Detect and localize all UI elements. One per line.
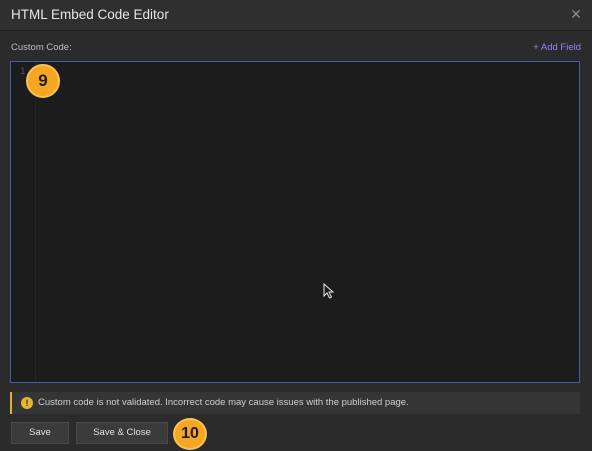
dialog-title: HTML Embed Code Editor xyxy=(11,7,169,22)
code-editor[interactable]: 1 xyxy=(10,61,580,383)
custom-code-label: Custom Code: xyxy=(11,42,72,53)
add-field-link[interactable]: + Add Field xyxy=(533,42,581,53)
mouse-cursor-icon xyxy=(323,283,335,299)
warning-text: Custom code is not validated. Incorrect … xyxy=(38,397,409,408)
save-button[interactable]: Save xyxy=(11,422,69,444)
line-number: 1 xyxy=(20,67,26,77)
warning-icon: ! xyxy=(21,397,33,409)
close-icon[interactable]: ✕ xyxy=(568,6,584,22)
dialog-titlebar: HTML Embed Code Editor ✕ xyxy=(0,0,592,31)
step-badge-9: 9 xyxy=(26,64,60,98)
step-badge-10: 10 xyxy=(173,418,207,450)
validation-warning: ! Custom code is not validated. Incorrec… xyxy=(10,392,580,414)
line-gutter: 1 xyxy=(11,62,36,382)
save-and-close-button[interactable]: Save & Close xyxy=(76,422,168,444)
